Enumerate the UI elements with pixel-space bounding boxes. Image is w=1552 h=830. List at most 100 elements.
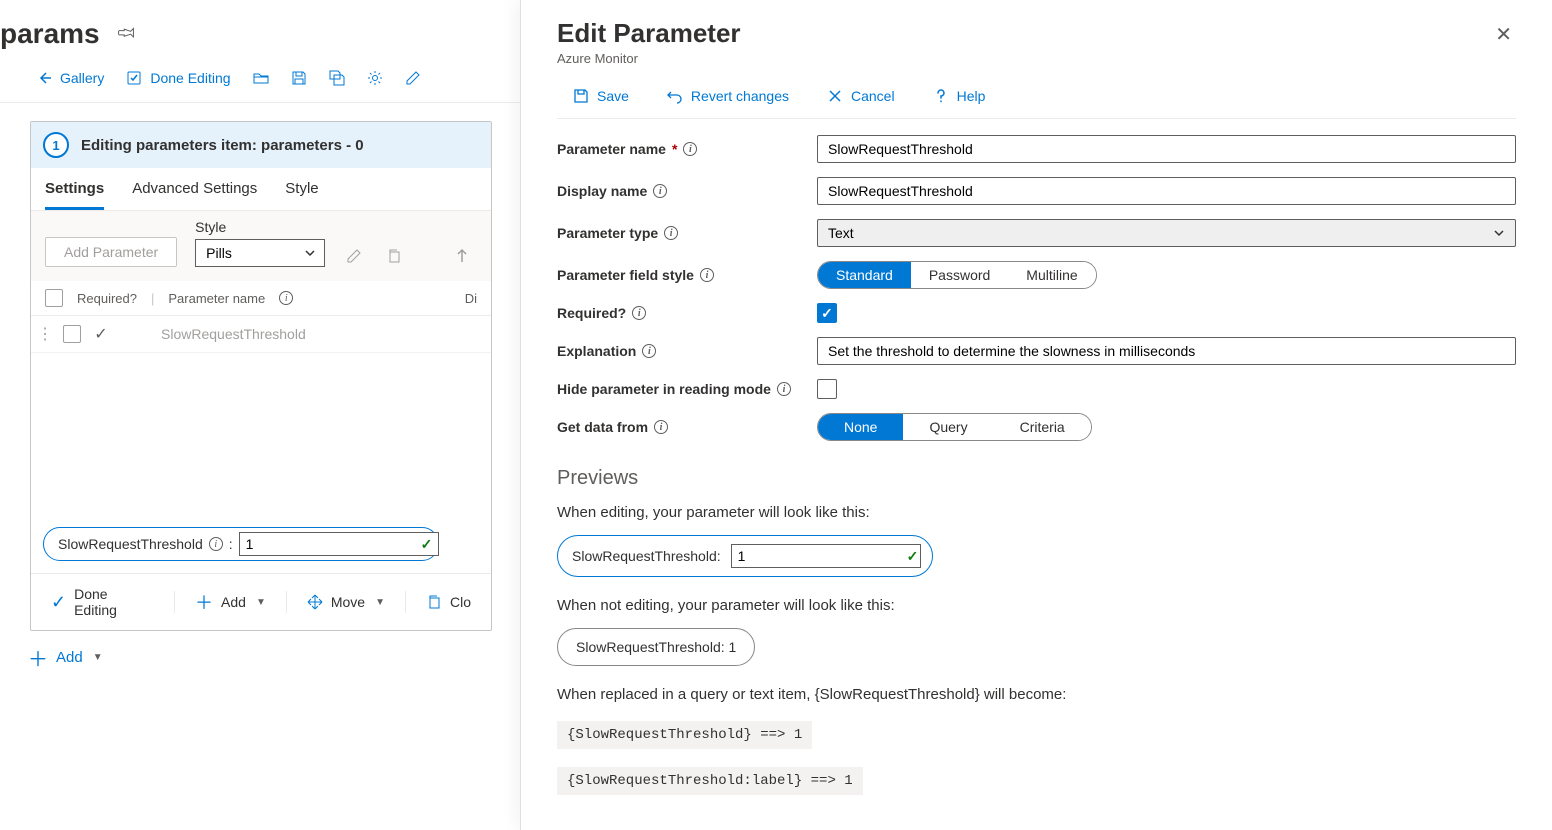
- folder-button[interactable]: [245, 66, 277, 90]
- save-button[interactable]: Save: [565, 84, 637, 108]
- revert-button[interactable]: Revert changes: [659, 84, 797, 108]
- save-button[interactable]: [283, 66, 315, 90]
- info-icon[interactable]: i: [683, 142, 697, 156]
- info-icon[interactable]: i: [632, 306, 646, 320]
- done-editing-button[interactable]: Done Editing: [118, 66, 238, 90]
- arrow-up-icon[interactable]: [451, 245, 473, 267]
- style-multiline[interactable]: Multiline: [1008, 262, 1095, 288]
- data-criteria[interactable]: Criteria: [994, 414, 1091, 440]
- move-action[interactable]: Move ▼: [299, 590, 393, 614]
- undo-icon: [667, 88, 683, 104]
- row-param-name: SlowRequestThreshold: [121, 326, 306, 342]
- previews-heading: Previews: [557, 467, 1516, 490]
- info-icon[interactable]: i: [777, 382, 791, 396]
- col-display: Di: [465, 291, 477, 306]
- done-editing-action[interactable]: ✓ Done Editing: [43, 582, 162, 622]
- style-label: Style: [195, 219, 325, 235]
- edit-parameter-flyout: Edit Parameter Azure Monitor ✕ Save Reve…: [520, 0, 1552, 830]
- select-all-checkbox[interactable]: [45, 289, 63, 307]
- label-display-name: Display name: [557, 183, 647, 199]
- preview-replace-text: When replaced in a query or text item, {…: [557, 686, 1516, 703]
- plus-icon: ＋: [28, 643, 48, 672]
- close-icon: [827, 88, 843, 104]
- check-icon: ✓: [51, 592, 66, 613]
- preview-editing-input[interactable]: [731, 544, 921, 568]
- chevron-down-icon: ▼: [93, 652, 103, 663]
- revert-label: Revert changes: [691, 88, 789, 104]
- check-icon: ✓: [94, 324, 107, 344]
- label-explanation: Explanation: [557, 343, 636, 359]
- style-select[interactable]: Pills: [195, 239, 325, 267]
- tab-advanced[interactable]: Advanced Settings: [132, 180, 257, 210]
- gallery-button[interactable]: Gallery: [28, 66, 112, 90]
- bottom-add-button[interactable]: ＋ Add ▼: [0, 631, 131, 684]
- editor-header-text: Editing parameters item: parameters - 0: [81, 137, 364, 154]
- clone-label: Clo: [450, 594, 471, 610]
- move-label: Move: [331, 594, 365, 610]
- row-checkbox[interactable]: [63, 325, 81, 343]
- edit-icon[interactable]: [343, 245, 365, 267]
- edit-button[interactable]: [397, 66, 429, 90]
- label-required: Required?: [557, 305, 626, 321]
- preview-readonly-label: SlowRequestThreshold: 1: [576, 639, 736, 655]
- chevron-down-icon: ▼: [375, 597, 385, 608]
- copy-icon: [426, 594, 442, 610]
- preview-editing-text: When editing, your parameter will look l…: [557, 504, 1516, 521]
- add-action[interactable]: ＋ Add ▼: [187, 585, 274, 619]
- label-param-name: Parameter name: [557, 141, 666, 157]
- info-icon[interactable]: i: [664, 226, 678, 240]
- style-password[interactable]: Password: [911, 262, 1008, 288]
- info-icon[interactable]: i: [642, 344, 656, 358]
- required-star: *: [672, 141, 677, 157]
- preview-editing-pill: SlowRequestThreshold: ✓: [557, 535, 933, 577]
- gallery-label: Gallery: [60, 70, 104, 86]
- data-none[interactable]: None: [818, 414, 903, 440]
- done-label: Done Editing: [74, 586, 154, 618]
- label-get-data: Get data from: [557, 419, 648, 435]
- preview-readonly-text: When not editing, your parameter will lo…: [557, 597, 1516, 614]
- move-icon: [307, 594, 323, 610]
- drag-handle-icon[interactable]: ⋮: [37, 324, 53, 344]
- step-number: 1: [43, 132, 69, 158]
- close-icon[interactable]: ✕: [1491, 18, 1516, 51]
- cancel-label: Cancel: [851, 88, 895, 104]
- style-standard[interactable]: Standard: [818, 262, 911, 288]
- cancel-button[interactable]: Cancel: [819, 84, 903, 108]
- help-icon: [933, 88, 949, 104]
- flyout-title: Edit Parameter: [557, 18, 741, 49]
- add-parameter-button[interactable]: Add Parameter: [45, 237, 177, 267]
- clone-action[interactable]: Clo: [418, 590, 479, 614]
- save-icon: [573, 88, 589, 104]
- label-hide-reading: Hide parameter in reading mode: [557, 381, 771, 397]
- save-icon: [291, 70, 307, 86]
- hide-reading-checkbox[interactable]: [817, 379, 837, 399]
- info-icon[interactable]: i: [209, 537, 223, 551]
- display-name-input[interactable]: [817, 177, 1516, 205]
- folder-open-icon: [253, 70, 269, 86]
- help-label: Help: [957, 88, 986, 104]
- arrow-left-icon: [36, 70, 52, 86]
- info-icon[interactable]: i: [279, 291, 293, 305]
- tab-style[interactable]: Style: [285, 180, 318, 210]
- save-as-button[interactable]: [321, 66, 353, 90]
- add-label: Add: [56, 649, 83, 666]
- pin-icon[interactable]: [113, 21, 139, 47]
- explanation-input[interactable]: [817, 337, 1516, 365]
- info-icon[interactable]: i: [653, 184, 667, 198]
- pill-label: SlowRequestThreshold: [58, 536, 203, 552]
- help-button[interactable]: Help: [925, 84, 994, 108]
- table-row[interactable]: ⋮ ✓ SlowRequestThreshold: [31, 316, 491, 353]
- param-type-select[interactable]: Text: [817, 219, 1516, 247]
- info-icon[interactable]: i: [700, 268, 714, 282]
- param-name-input[interactable]: [817, 135, 1516, 163]
- required-checkbox[interactable]: [817, 303, 837, 323]
- data-query[interactable]: Query: [903, 414, 993, 440]
- pill-input[interactable]: [239, 532, 439, 556]
- get-data-group: None Query Criteria: [817, 413, 1092, 441]
- tab-settings[interactable]: Settings: [45, 180, 104, 210]
- info-icon[interactable]: i: [654, 420, 668, 434]
- param-pill: SlowRequestThreshold i : ✓: [43, 527, 439, 561]
- save-label: Save: [597, 88, 629, 104]
- settings-button[interactable]: [359, 66, 391, 90]
- copy-icon[interactable]: [383, 245, 405, 267]
